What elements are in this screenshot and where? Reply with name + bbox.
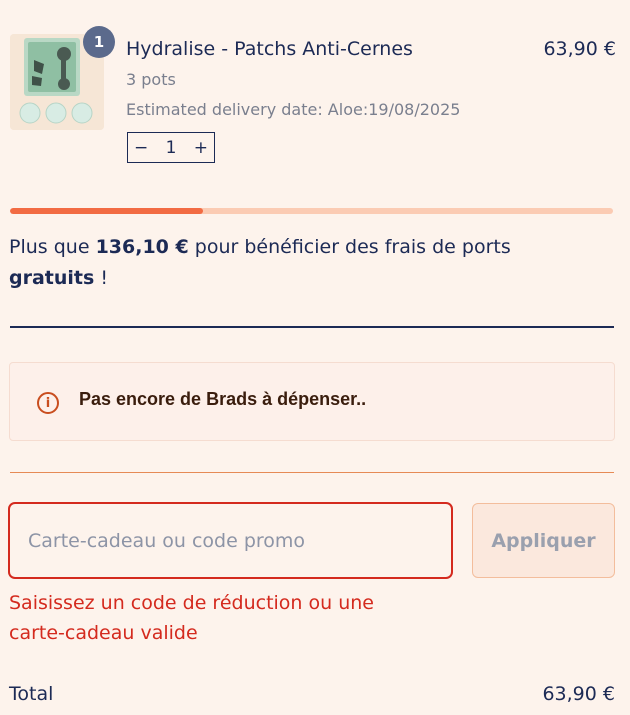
apply-button[interactable]: Appliquer: [472, 503, 615, 578]
shipping-middle: pour bénéficier des frais de ports: [188, 236, 511, 258]
delivery-date: Estimated delivery date: Aloe:19/08/2025: [126, 100, 461, 119]
decrease-quantity-button[interactable]: −: [134, 138, 148, 158]
brads-message: Pas encore de Brads à dépenser..: [79, 389, 367, 409]
shipping-suffix: !: [94, 267, 108, 289]
total-value: 63,90 €: [542, 683, 615, 705]
total-label: Total: [9, 683, 54, 705]
divider: [10, 326, 614, 328]
promo-error-message: Saisissez un code de réduction ou une ca…: [9, 592, 374, 644]
product-name[interactable]: Hydralise - Patchs Anti-Cernes: [126, 38, 413, 60]
info-icon: i: [37, 392, 59, 414]
increase-quantity-button[interactable]: +: [194, 138, 208, 158]
promo-code-input[interactable]: [8, 502, 453, 579]
shipping-prefix: Plus que: [9, 236, 96, 258]
product-variant: 3 pots: [126, 70, 176, 89]
quantity-badge: 1: [83, 26, 115, 58]
free-shipping-progress-bar: [10, 208, 613, 214]
brads-notice: i Pas encore de Brads à dépenser..: [9, 362, 615, 441]
quantity-value: 1: [165, 137, 177, 158]
product-price: 63,90 €: [543, 38, 616, 60]
quantity-stepper: − 1 +: [127, 132, 215, 163]
free-shipping-message: Plus que 136,10 € pour bénéficier des fr…: [9, 232, 569, 294]
progress-fill: [10, 208, 203, 214]
divider: [10, 472, 614, 473]
shipping-amount: 136,10 €: [95, 236, 189, 258]
cart-item: 1 Hydralise - Patchs Anti-Cernes 63,90 €…: [10, 26, 616, 174]
shipping-free-word: gratuits: [9, 267, 95, 289]
